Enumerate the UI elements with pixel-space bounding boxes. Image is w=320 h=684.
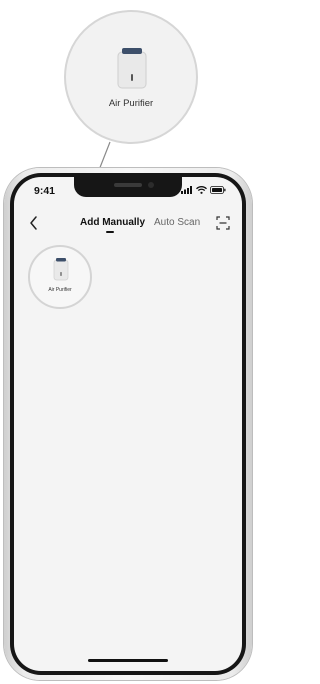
- zoom-callout: Air Purifier: [64, 10, 198, 144]
- front-camera: [148, 182, 154, 188]
- active-tab-indicator: [106, 231, 114, 233]
- notch: [74, 177, 182, 197]
- home-indicator[interactable]: [88, 659, 168, 662]
- phone-bezel: 9:41 Add Manually Auto Scan Air Purifier: [10, 173, 246, 675]
- nav-bar: Add Manually Auto Scan: [14, 213, 242, 235]
- zoom-device-label: Air Purifier: [108, 98, 154, 109]
- signal-icon: [181, 186, 192, 194]
- speaker-grille: [114, 183, 142, 187]
- phone-frame: 9:41 Add Manually Auto Scan Air Purifier: [4, 168, 252, 680]
- status-time: 9:41: [34, 185, 56, 197]
- scan-frame-icon[interactable]: [216, 216, 230, 230]
- air-purifier-icon: [117, 48, 147, 89]
- air-purifier-icon: [53, 258, 69, 281]
- stage: Air Purifier 9:41 Add Manually Auto Scan…: [0, 0, 257, 684]
- chevron-left-icon[interactable]: [28, 215, 40, 231]
- tab-add-manually[interactable]: Add Manually: [80, 217, 145, 228]
- device-tile-label: Air Purifier: [48, 287, 72, 293]
- app-screen: 9:41 Add Manually Auto Scan Air Purifier: [14, 177, 242, 671]
- device-tile-air-purifier[interactable]: Air Purifier: [28, 245, 92, 309]
- wifi-icon: [196, 186, 207, 194]
- battery-icon: [210, 186, 226, 194]
- status-icons: [181, 186, 226, 194]
- tab-auto-scan[interactable]: Auto Scan: [154, 217, 200, 228]
